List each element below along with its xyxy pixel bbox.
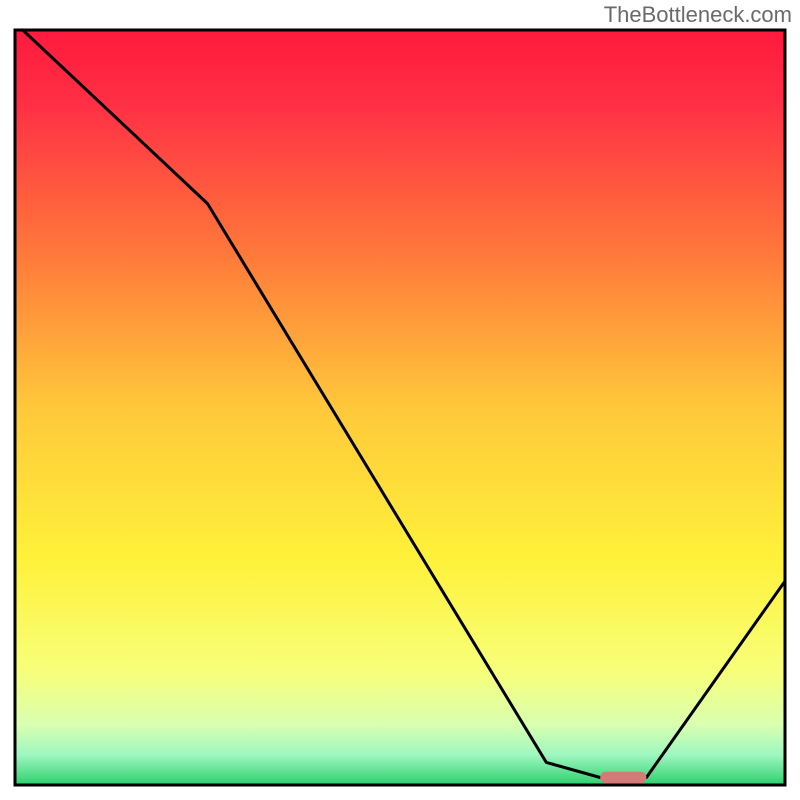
gradient-background (15, 30, 785, 785)
optimum-marker (600, 772, 646, 783)
bottleneck-chart (0, 0, 800, 800)
